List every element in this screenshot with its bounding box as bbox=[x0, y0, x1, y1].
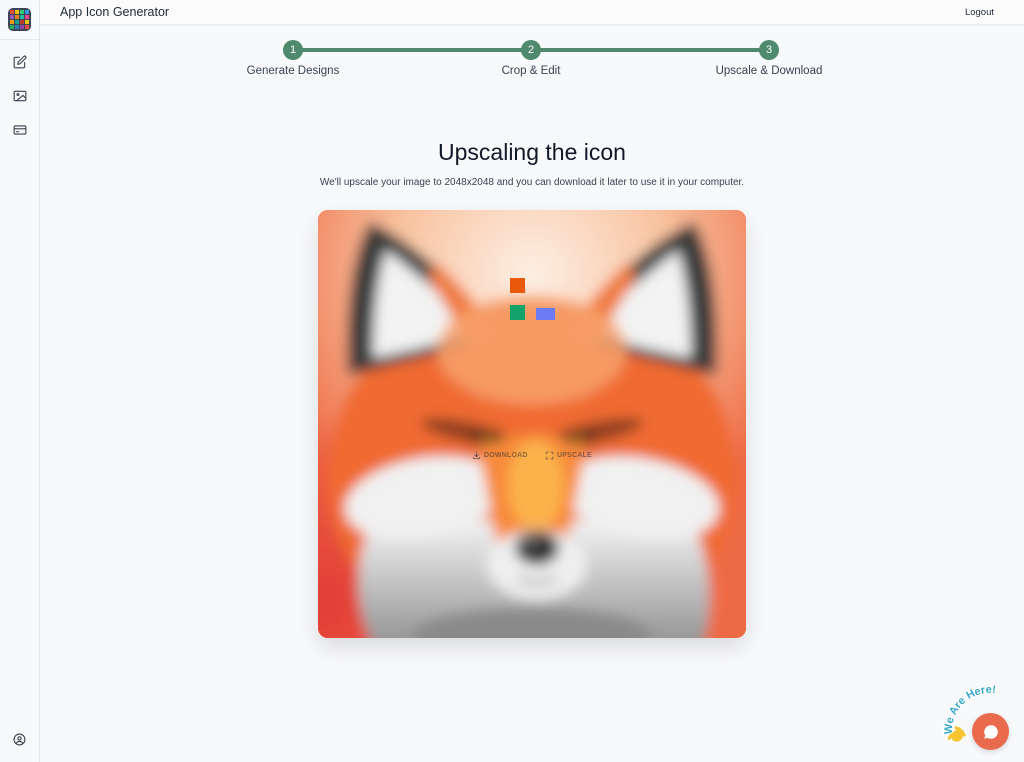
sidebar-item-images[interactable] bbox=[11, 87, 28, 104]
loader-square-2 bbox=[510, 305, 525, 320]
step-2-circle: 2 bbox=[521, 40, 541, 60]
top-header: App Icon Generator Logout bbox=[40, 0, 1024, 25]
download-icon bbox=[473, 451, 480, 459]
app-logo-icon[interactable] bbox=[8, 8, 31, 31]
upscale-button[interactable]: UPSCALE bbox=[545, 450, 592, 461]
sidebar bbox=[0, 0, 40, 762]
chat-button[interactable] bbox=[972, 713, 1009, 750]
user-circle-icon bbox=[13, 733, 26, 746]
download-label: DOWNLOAD bbox=[484, 452, 528, 459]
logout-link[interactable]: Logout bbox=[965, 7, 994, 19]
edit-icon bbox=[13, 55, 26, 68]
upscale-label: UPSCALE bbox=[557, 452, 592, 459]
fox-icon-image bbox=[318, 210, 746, 638]
step-1-circle: 1 bbox=[283, 40, 303, 60]
loader-square-3 bbox=[536, 308, 555, 320]
waving-hand-icon bbox=[947, 726, 966, 742]
step-1-label: Generate Designs bbox=[246, 65, 340, 77]
icon-preview bbox=[318, 210, 746, 638]
chat-bubble-icon bbox=[983, 724, 998, 739]
image-icon bbox=[13, 90, 26, 101]
download-button[interactable]: DOWNLOAD bbox=[472, 450, 528, 461]
card-icon bbox=[13, 124, 26, 135]
expand-icon bbox=[545, 451, 554, 460]
page-title: Upscaling the icon bbox=[438, 139, 626, 165]
step-3-label: Upscale & Download bbox=[715, 65, 823, 77]
app-title: App Icon Generator bbox=[60, 5, 170, 19]
sidebar-divider bbox=[0, 39, 39, 40]
step-2-label: Crop & Edit bbox=[501, 65, 561, 77]
loader-square-1 bbox=[510, 278, 525, 293]
sidebar-item-account[interactable] bbox=[11, 731, 28, 748]
sidebar-item-edit[interactable] bbox=[11, 53, 28, 70]
sidebar-item-billing[interactable] bbox=[11, 121, 28, 138]
step-3-circle: 3 bbox=[759, 40, 779, 60]
page-subtitle: We'll upscale your image to 2048x2048 an… bbox=[319, 177, 745, 188]
fox-nose bbox=[515, 531, 559, 565]
